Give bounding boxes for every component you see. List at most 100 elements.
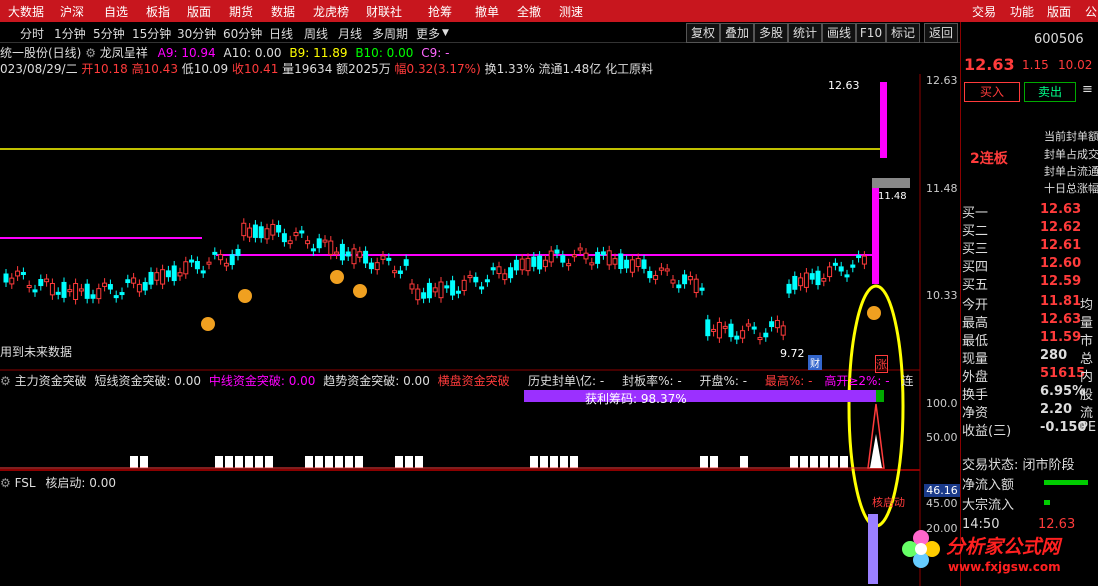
candle-body [235, 248, 241, 256]
gear-icon[interactable]: ⚙ [0, 476, 11, 490]
sell-button[interactable]: 卖出 [1024, 82, 1076, 102]
multi-stock-button[interactable]: 多股 [754, 23, 788, 43]
stat-extra: PE [1080, 420, 1097, 435]
stat-label: 现量 [962, 352, 989, 367]
core-launch-label: 核启动 [872, 496, 905, 509]
candle-body [136, 283, 142, 293]
menu-item-data[interactable]: 数据 [271, 3, 295, 20]
up-signal-icon [867, 306, 881, 320]
flat-fund: 横盘资金突破 [437, 374, 510, 388]
candle-body [624, 259, 630, 269]
candle-body [84, 283, 90, 299]
draw-line-button[interactable]: 画线 [822, 23, 856, 43]
candle-body [821, 277, 827, 282]
extra-stat: 连 [901, 374, 914, 388]
candle-body [525, 257, 531, 272]
adjust-button[interactable]: 复权 [686, 23, 720, 43]
menu-item-public[interactable]: 公 [1085, 3, 1097, 20]
menu-item-cancel-all[interactable]: 全撤 [517, 3, 541, 20]
menu-icon[interactable]: ≡ [1082, 82, 1093, 97]
candle-body [328, 240, 334, 255]
candle-body [832, 262, 838, 266]
signal-block [710, 456, 718, 468]
menu-item-cailian[interactable]: 财联社 [366, 3, 402, 20]
stock-code: 600506 [1034, 32, 1084, 47]
kline-chart[interactable] [0, 74, 960, 586]
y-tick: 50.00 [926, 431, 958, 444]
candle-body [502, 273, 508, 281]
mid-panel-title: 主力资金突破 [14, 374, 87, 388]
candle-body [357, 251, 363, 258]
candle-body [861, 255, 867, 265]
y-tick: 12.63 [926, 74, 958, 87]
candle-body [44, 278, 50, 283]
bid-price: 12.62 [1040, 220, 1082, 235]
stat-value: 12.63 [1040, 312, 1082, 327]
menu-item-futures[interactable]: 期货 [229, 3, 253, 20]
overlay-button[interactable]: 叠加 [720, 23, 754, 43]
candle-body [432, 287, 438, 293]
gear-icon[interactable]: ⚙ [0, 374, 11, 388]
finance-badge[interactable]: 财 [808, 355, 822, 370]
period-tick[interactable]: 分时 [20, 25, 44, 42]
candle-body [38, 279, 44, 287]
period-15min[interactable]: 15分钟 [132, 25, 171, 42]
stat-value: 51615 [1040, 366, 1086, 381]
flower-logo-icon [900, 528, 942, 570]
menu-item-bigdata[interactable]: 大数据 [8, 3, 44, 20]
signal-block [305, 456, 313, 468]
bid-label: 买四 [962, 260, 989, 275]
candle-body [519, 258, 525, 271]
chevron-down-icon[interactable]: ▼ [442, 28, 449, 38]
candle-body [600, 251, 606, 256]
menu-item-speedtest[interactable]: 测速 [559, 3, 583, 20]
back-button[interactable]: 返回 [924, 23, 958, 43]
watermark-title: 分析家公式网 [946, 536, 1061, 558]
period-5min[interactable]: 5分钟 [93, 25, 125, 42]
signal-block [790, 456, 798, 468]
candle-body [798, 277, 804, 287]
menu-item-dragon-tiger[interactable]: 龙虎榜 [313, 3, 349, 20]
indicator-name: 龙凤呈祥 [99, 46, 148, 60]
ma-b9: B9: 11.89 [289, 46, 348, 60]
bid-price: 12.60 [1040, 256, 1082, 271]
period-monthly[interactable]: 月线 [338, 25, 362, 42]
mark-button[interactable]: 标记 [886, 23, 920, 43]
candle-body [102, 282, 108, 287]
menu-item-grab[interactable]: 抢筹 [428, 3, 452, 20]
period-60min[interactable]: 60分钟 [223, 25, 262, 42]
candle-body [148, 271, 154, 285]
candle-body [757, 337, 763, 341]
menu-item-watchlist[interactable]: 自选 [104, 3, 128, 20]
menu-item-function[interactable]: 功能 [1010, 3, 1034, 20]
candle-body [131, 277, 137, 284]
net-inflow-bar [1044, 480, 1088, 485]
candle-body [154, 272, 160, 281]
menu-item-trade[interactable]: 交易 [972, 3, 996, 20]
stats-button[interactable]: 统计 [788, 23, 822, 43]
y-tick: 11.48 [926, 182, 958, 195]
menu-item-hushen[interactable]: 沪深 [60, 3, 84, 20]
stat-extra: 市 [1080, 334, 1094, 349]
stat-extra: 流 [1080, 406, 1094, 421]
candle-body [32, 289, 38, 293]
period-1min[interactable]: 1分钟 [54, 25, 86, 42]
stat-label: 最高 [962, 316, 989, 331]
candle-body [612, 258, 618, 265]
menu-item-layout-right[interactable]: 版面 [1047, 3, 1071, 20]
menu-item-index[interactable]: 板指 [146, 3, 170, 20]
period-30min[interactable]: 30分钟 [177, 25, 216, 42]
candle-body [26, 284, 32, 288]
menu-item-cancel[interactable]: 撤单 [475, 3, 499, 20]
period-multi[interactable]: 多周期 [372, 25, 408, 42]
period-weekly[interactable]: 周线 [304, 25, 328, 42]
period-daily[interactable]: 日线 [269, 25, 293, 42]
level-marker-box [872, 178, 910, 188]
buy-button[interactable]: 买入 [964, 82, 1020, 102]
period-more[interactable]: 更多 [416, 25, 440, 42]
candle-body [734, 335, 740, 340]
menu-item-layout[interactable]: 版面 [187, 3, 211, 20]
gear-icon[interactable]: ⚙ [85, 46, 100, 60]
f10-button[interactable]: F10 [856, 23, 886, 43]
candle-body [55, 291, 61, 295]
